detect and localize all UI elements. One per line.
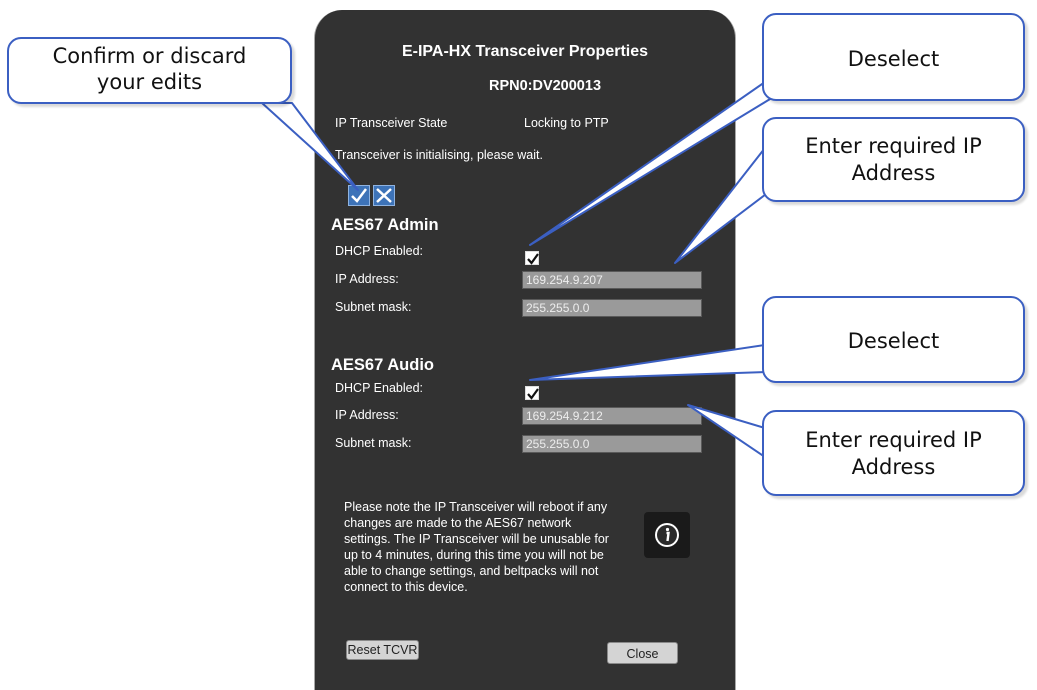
callout-confirm-line1: Confirm or discard [52, 44, 247, 68]
callout-ip-admin: Enter required IP Address [762, 117, 1025, 202]
callout-deselect-audio-text: Deselect [847, 329, 940, 353]
callout-ip-audio-line2: Address [851, 455, 936, 479]
callout-confirm-line2: your edits [96, 70, 203, 94]
callout-deselect-admin-text: Deselect [847, 47, 940, 71]
pointer-deselect-audio [529, 344, 766, 381]
pointer-confirm [261, 102, 359, 191]
callout-ip-audio: Enter required IP Address [762, 410, 1025, 496]
callout-ip-audio-line1: Enter required IP [805, 428, 982, 452]
callout-ip-admin-line1: Enter required IP [805, 134, 982, 158]
callout-deselect-admin: Deselect [762, 13, 1025, 101]
callout-ip-admin-line2: Address [851, 161, 936, 185]
callout-deselect-audio: Deselect [762, 296, 1025, 383]
pointer-ip-audio [687, 404, 766, 458]
callout-confirm-discard: Confirm or discard your edits [7, 37, 292, 104]
